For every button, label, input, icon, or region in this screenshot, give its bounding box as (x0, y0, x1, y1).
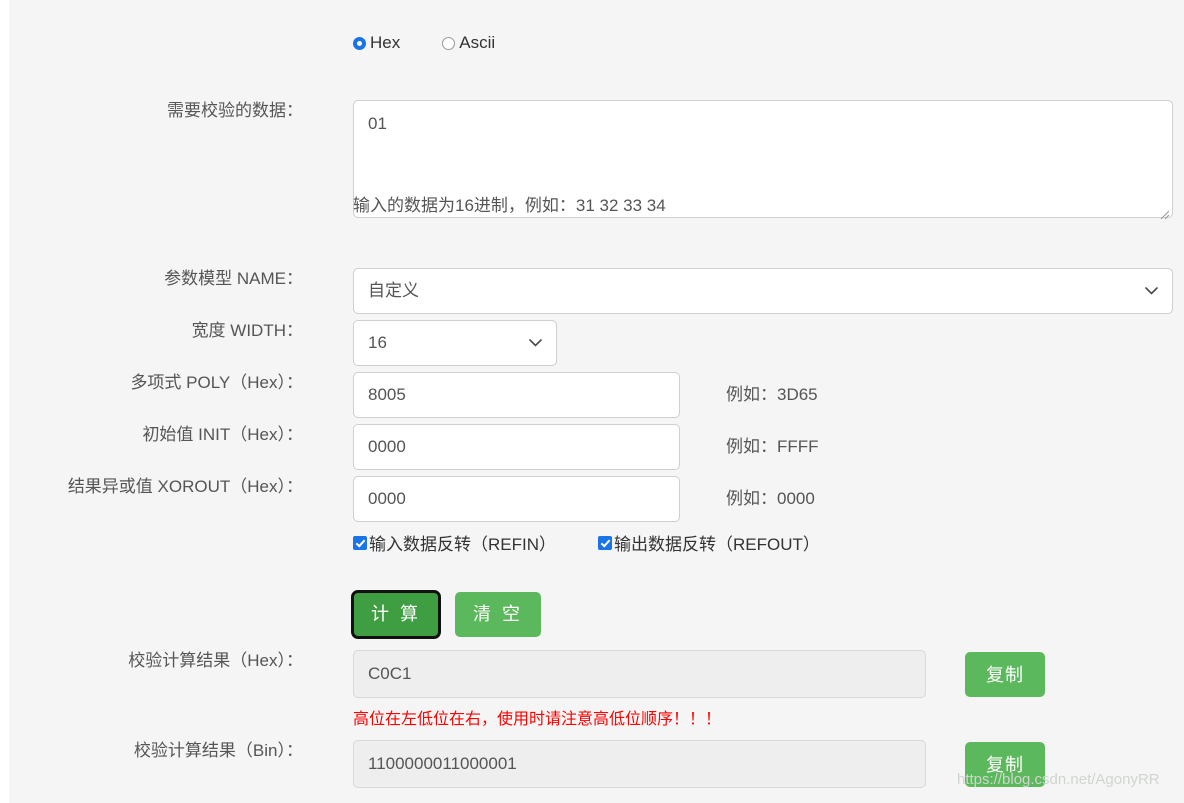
radio-ascii-label: Ascii (459, 33, 496, 52)
chevron-down-icon (1145, 287, 1158, 295)
encoding-radio-row: Hex Ascii (0, 33, 1184, 53)
result-hex-input[interactable] (353, 650, 926, 698)
width-select[interactable]: 16 (353, 320, 557, 366)
poly-label: 多项式 POLY（Hex）： (130, 373, 303, 392)
refin-checkbox[interactable] (353, 535, 367, 550)
result-hex-field-wrap: 复制 (353, 650, 1045, 698)
refout-checkbox[interactable] (598, 535, 612, 550)
refin-checkbox-item[interactable]: 输入数据反转（REFIN） (353, 530, 556, 555)
reflect-options-row: 输入数据反转（REFIN） 输出数据反转（REFOUT） (353, 530, 1184, 555)
result-hex-label: 校验计算结果（Hex）： (128, 651, 303, 670)
poly-example: 例如：3D65 (726, 385, 818, 404)
name-field-wrap: 自定义 (353, 268, 1173, 314)
name-row: 参数模型 NAME： 自定义 (0, 268, 1184, 314)
xorout-label: 结果异或值 XOROUT（Hex）： (67, 477, 303, 496)
copy-hex-button[interactable]: 复制 (965, 652, 1045, 697)
name-select[interactable]: 自定义 (353, 268, 1173, 314)
init-input[interactable] (353, 424, 680, 470)
data-hint: 输入的数据为16进制，例如：31 32 33 34 (353, 196, 666, 215)
poly-field-wrap: 例如：3D65 (353, 372, 818, 418)
chevron-down-icon (529, 339, 542, 347)
radio-hex[interactable]: Hex (353, 33, 400, 53)
width-row: 宽度 WIDTH： 16 (0, 320, 1184, 366)
width-field-wrap: 16 (353, 320, 557, 366)
radio-ascii[interactable]: Ascii (442, 33, 495, 53)
poly-row: 多项式 POLY（Hex）： 例如：3D65 (0, 372, 1184, 418)
encoding-radio-group: Hex Ascii (353, 33, 537, 53)
result-bin-row: 校验计算结果（Bin）： 复制 (0, 740, 1184, 788)
width-label: 宽度 WIDTH： (191, 321, 303, 340)
copy-bin-button[interactable]: 复制 (965, 742, 1045, 787)
name-label: 参数模型 NAME： (164, 269, 303, 288)
radio-hex-dot-icon[interactable] (353, 36, 366, 50)
result-bin-input[interactable] (353, 740, 926, 788)
clear-button[interactable]: 清 空 (455, 592, 542, 637)
data-label: 需要校验的数据： (167, 101, 303, 120)
result-bin-field-wrap: 复制 (353, 740, 1045, 788)
init-row: 初始值 INIT（Hex）： 例如：FFFF (0, 424, 1184, 470)
width-select-value: 16 (368, 333, 387, 352)
result-bin-label: 校验计算结果（Bin）： (133, 741, 303, 760)
name-select-value: 自定义 (368, 281, 419, 300)
xorout-example: 例如：0000 (726, 489, 815, 508)
refin-label: 输入数据反转（REFIN） (369, 535, 556, 554)
refout-label: 输出数据反转（REFOUT） (614, 535, 820, 554)
init-example: 例如：FFFF (726, 437, 819, 456)
xorout-row: 结果异或值 XOROUT（Hex）： 例如：0000 (0, 476, 1184, 522)
poly-input[interactable] (353, 372, 680, 418)
action-button-row: 计 算 清 空 (350, 590, 953, 639)
init-field-wrap: 例如：FFFF (353, 424, 819, 470)
xorout-input[interactable] (353, 476, 680, 522)
init-label: 初始值 INIT（Hex）： (142, 425, 303, 444)
calculate-button[interactable]: 计 算 (350, 590, 442, 639)
refout-checkbox-item[interactable]: 输出数据反转（REFOUT） (598, 530, 820, 555)
radio-ascii-dot-icon[interactable] (442, 36, 456, 50)
xorout-field-wrap: 例如：0000 (353, 476, 815, 522)
radio-hex-label: Hex (370, 33, 401, 52)
result-warning-text: 高位在左低位在右，使用时请注意高低位顺序！！！ (353, 711, 722, 728)
crc-calculator-page: Hex Ascii 需要校验的数据： 输入的数据为16进制，例如：31 32 3… (0, 0, 1184, 803)
result-hex-row: 校验计算结果（Hex）： 复制 (0, 650, 1184, 698)
